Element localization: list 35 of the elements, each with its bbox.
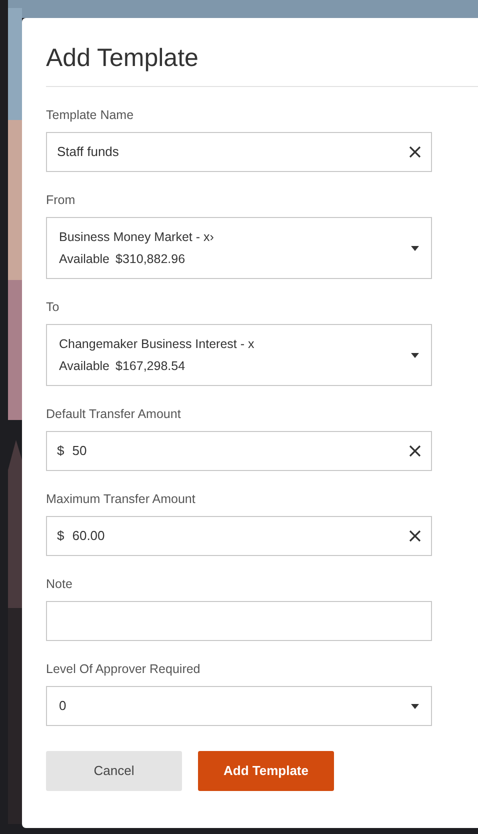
field-label: To [46, 299, 60, 315]
currency-prefix: $ [57, 527, 64, 546]
cancel-button[interactable]: Cancel [46, 751, 182, 791]
field-label: Maximum Transfer Amount [46, 491, 196, 507]
input-field[interactable]: $ 60.00 [46, 516, 432, 556]
select-value: 0 [59, 697, 68, 716]
caret-icon [411, 704, 419, 708]
account-name: Changemaker Business Interest - x [59, 336, 256, 352]
add-button[interactable]: Add Template [198, 751, 334, 791]
field-label: Default Transfer Amount [46, 406, 182, 422]
field-label: From [46, 192, 76, 208]
clear-icon[interactable] [409, 445, 421, 457]
input-value: Staff funds [57, 143, 119, 162]
balance-label: Available [59, 251, 110, 267]
select-field[interactable]: 0 [46, 686, 432, 726]
caret-icon [411, 352, 419, 358]
field-label: Template Name [46, 107, 135, 123]
field-label: Level Of Approver Required [46, 661, 202, 677]
currency-prefix: $ [57, 442, 64, 460]
field-label: Note [46, 576, 74, 592]
clear-icon[interactable] [409, 146, 421, 158]
balance-amount: $310,882.96 [116, 251, 186, 267]
dialog-title: Add Template [46, 43, 200, 74]
balance-amount: $167,298.54 [116, 358, 186, 374]
account-name: Business Money Market - x› [59, 229, 215, 245]
input-field[interactable]: Staff funds [46, 132, 432, 172]
input-value: 60.00 [72, 527, 105, 546]
caret-icon [411, 246, 419, 250]
input-field[interactable]: $ 50 [46, 431, 432, 471]
balance-label: Available [59, 358, 110, 374]
account-select[interactable]: Business Money Market - x› Available $310,882.96 [46, 217, 432, 279]
account-select[interactable]: Changemaker Business Interest - x Available $167,298.54 [46, 324, 432, 386]
input-field[interactable] [46, 601, 432, 641]
clear-icon[interactable] [409, 530, 421, 542]
input-value: 50 [72, 442, 87, 460]
